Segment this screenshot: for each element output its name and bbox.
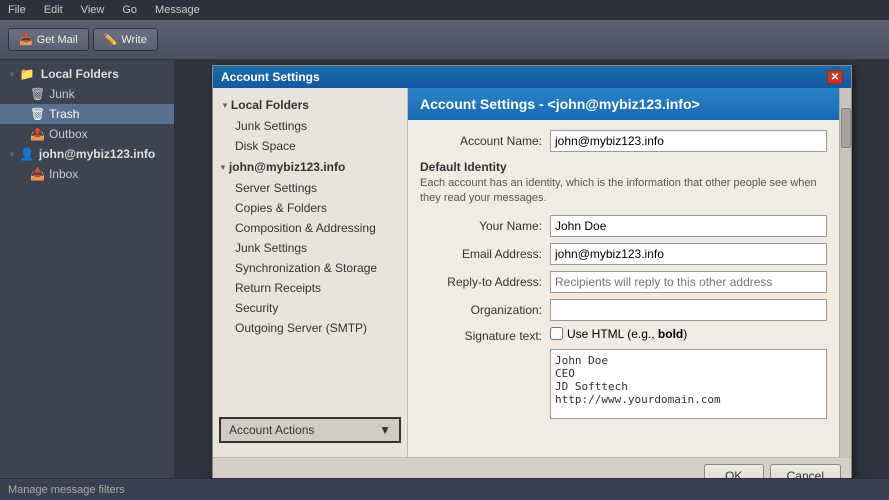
your-name-label: Your Name: — [420, 219, 550, 233]
junk-icon: 🗑 — [30, 87, 45, 101]
menu-view[interactable]: View — [77, 4, 109, 16]
use-html-checkbox[interactable] — [550, 327, 563, 340]
account-actions-arrow-icon: ▼ — [379, 423, 391, 437]
sidebar-item-outbox[interactable]: 📤 Outbox — [0, 124, 174, 144]
main-area: ▼ 📁 Local Folders 🗑 Junk 🗑 Trash 📤 Outbo… — [0, 60, 889, 478]
triangle-icon: ▼ — [8, 70, 16, 79]
dlg-account-header[interactable]: ▼ john@mybiz123.info — [213, 156, 407, 178]
dlg-junk[interactable]: Junk Settings — [213, 238, 407, 258]
get-mail-icon: 📥 — [19, 33, 33, 46]
get-mail-button[interactable]: 📥 Get Mail — [8, 28, 89, 51]
write-button[interactable]: ✏️ Write — [93, 28, 158, 51]
inbox-icon: 📥 — [30, 167, 45, 181]
dlg-outgoing-smtp[interactable]: Outgoing Server (SMTP) — [213, 318, 407, 338]
signature-label: Signature text: — [420, 327, 550, 343]
dialog-title: Account Settings — [221, 70, 320, 84]
dlg-composition[interactable]: Composition & Addressing — [213, 218, 407, 238]
account-icon: 👤 — [20, 147, 35, 161]
dlg-server-settings[interactable]: Server Settings — [213, 178, 407, 198]
dlg-return-receipts[interactable]: Return Receipts — [213, 278, 407, 298]
dialog-inner: ▼ Local Folders Junk Settings Disk Space — [213, 88, 851, 457]
reply-to-row: Reply-to Address: — [420, 271, 827, 293]
email-address-input[interactable] — [550, 243, 827, 265]
reply-to-label: Reply-to Address: — [420, 275, 550, 289]
account-triangle-icon: ▼ — [8, 150, 16, 159]
dialog-right-wrap: Account Settings - <john@mybiz123.info> … — [408, 88, 851, 457]
dlg-disk-space[interactable]: Disk Space — [213, 136, 407, 156]
email-address-row: Email Address: — [420, 243, 827, 265]
account-name-row: Account Name: — [420, 130, 827, 152]
sidebar-item-local-folders[interactable]: ▼ 📁 Local Folders — [0, 64, 174, 84]
toolbar: 📥 Get Mail ✏️ Write — [0, 20, 889, 60]
signature-row: Signature text: Use HTML (e.g., bold) Jo… — [420, 327, 827, 422]
dialog-close-button[interactable]: ✕ — [827, 70, 843, 84]
dialog-main-header: Account Settings - <john@mybiz123.info> — [408, 88, 839, 120]
your-name-input[interactable] — [550, 215, 827, 237]
sidebar-item-inbox[interactable]: 📥 Inbox — [0, 164, 174, 184]
organization-row: Organization: — [420, 299, 827, 321]
dlg-sync[interactable]: Synchronization & Storage — [213, 258, 407, 278]
lf-triangle: ▼ — [221, 101, 229, 110]
dlg-copies-folders[interactable]: Copies & Folders — [213, 198, 407, 218]
dlg-security[interactable]: Security — [213, 298, 407, 318]
signature-textarea[interactable]: John Doe CEO JD Softtech http://www.your… — [550, 349, 827, 419]
use-html-label: Use HTML (e.g., bold) — [567, 327, 687, 341]
folder-icon: 📁 — [20, 67, 35, 81]
email-address-label: Email Address: — [420, 247, 550, 261]
dialog-main-panel: Account Settings - <john@mybiz123.info> … — [408, 88, 839, 457]
local-folders-header[interactable]: ▼ Local Folders — [213, 94, 407, 116]
menubar: File Edit View Go Message — [0, 0, 889, 20]
dialog-titlebar: Account Settings ✕ — [213, 66, 851, 88]
content-area: Account Settings ✕ ▼ — [175, 60, 889, 478]
folder-sidebar: ▼ 📁 Local Folders 🗑 Junk 🗑 Trash 📤 Outbo… — [0, 60, 175, 478]
account-name-label: Account Name: — [420, 134, 550, 148]
dialog-left-panel: ▼ Local Folders Junk Settings Disk Space — [213, 88, 408, 457]
your-name-row: Your Name: — [420, 215, 827, 237]
signature-section: Use HTML (e.g., bold) John Doe CEO JD So… — [550, 327, 827, 422]
use-html-row: Use HTML (e.g., bold) — [550, 327, 827, 341]
status-text: Manage message filters — [8, 484, 125, 496]
sidebar-item-trash[interactable]: 🗑 Trash — [0, 104, 174, 124]
dlg-junk-settings[interactable]: Junk Settings — [213, 116, 407, 136]
dialog-overlay: Account Settings ✕ ▼ — [175, 60, 889, 478]
sidebar-item-account[interactable]: ▼ 👤 john@mybiz123.info — [0, 144, 174, 164]
outbox-icon: 📤 — [30, 127, 45, 141]
organization-label: Organization: — [420, 303, 550, 317]
reply-to-input[interactable] — [550, 271, 827, 293]
scrollbar-track[interactable] — [839, 88, 851, 457]
trash-icon: 🗑 — [30, 107, 45, 121]
menu-edit[interactable]: Edit — [40, 4, 67, 16]
cancel-button[interactable]: Cancel — [770, 464, 841, 478]
default-identity-desc: Each account has an identity, which is t… — [420, 176, 827, 207]
default-identity-title: Default Identity — [420, 160, 827, 174]
dialog-sidebar-footer: Account Actions ▼ — [213, 409, 407, 451]
organization-input[interactable] — [550, 299, 827, 321]
menu-go[interactable]: Go — [118, 4, 141, 16]
account-actions-button[interactable]: Account Actions ▼ — [219, 417, 401, 443]
acc-triangle: ▼ — [219, 163, 227, 172]
menu-file[interactable]: File — [4, 4, 30, 16]
app-window: File Edit View Go Message 📥 Get Mail ✏️ … — [0, 0, 889, 500]
dialog-footer: OK Cancel — [213, 457, 851, 478]
account-settings-dialog: Account Settings ✕ ▼ — [212, 65, 852, 478]
ok-button[interactable]: OK — [704, 464, 764, 478]
dialog-main-body: Account Name: Default Identity Each acco… — [408, 120, 839, 438]
account-name-input[interactable] — [550, 130, 827, 152]
write-icon: ✏️ — [104, 33, 118, 46]
scrollbar-thumb[interactable] — [841, 108, 851, 148]
status-bar: Manage message filters — [0, 478, 889, 500]
sidebar-item-junk[interactable]: 🗑 Junk — [0, 84, 174, 104]
menu-message[interactable]: Message — [151, 4, 204, 16]
